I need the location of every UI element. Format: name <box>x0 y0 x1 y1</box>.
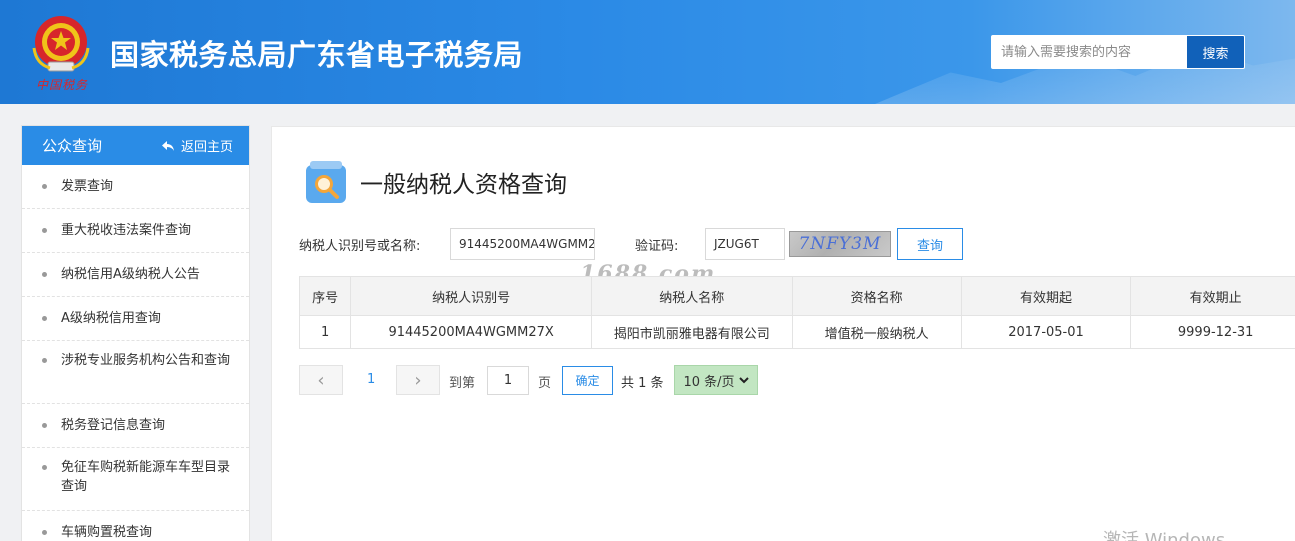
sidebar-item-label: 免征车购税新能源车车型目录查询 <box>61 460 231 494</box>
bullet-icon <box>42 465 47 470</box>
page-size-select[interactable]: 10 条/页 <box>674 365 758 395</box>
goto-page-input[interactable]: 1 <box>487 366 529 395</box>
sidebar-item-label: 重大税收违法案件查询 <box>61 223 192 238</box>
taxpayer-label: 纳税人识别号或名称: <box>299 239 421 254</box>
current-page-number[interactable]: 1 <box>367 372 375 387</box>
chevron-right-icon: › <box>414 369 422 391</box>
bullet-icon <box>42 530 47 535</box>
sidebar-item-label: 纳税信用A级纳税人公告 <box>61 267 200 282</box>
col-header-taxpayer-id: 纳税人识别号 <box>350 276 592 316</box>
search-input[interactable] <box>991 35 1187 69</box>
captcha-label: 验证码: <box>635 239 679 254</box>
tax-emblem-icon <box>32 16 90 72</box>
col-header-qualification: 资格名称 <box>791 276 962 316</box>
cell-valid-from: 2017-05-01 <box>960 315 1132 349</box>
goto-confirm-button[interactable]: 确定 <box>562 366 613 395</box>
bullet-icon <box>42 358 47 363</box>
query-button[interactable]: 查询 <box>897 228 963 260</box>
sidebar: 公众查询 返回主页 发票查询 重大税收违法案件查询 纳税信用A级纳税人公告 A级… <box>21 125 250 541</box>
page-title: 一般纳税人资格查询 <box>360 172 567 198</box>
site-header: 中国税务 国家税务总局广东省电子税务局 搜索 <box>0 0 1295 104</box>
captcha-image[interactable]: 7NFY3M <box>789 231 891 257</box>
prev-page-button[interactable]: ‹ <box>299 365 343 395</box>
bullet-icon <box>42 423 47 428</box>
sidebar-item-a-credit-query[interactable]: A级纳税信用查询 <box>22 297 249 341</box>
back-arrow-icon <box>161 140 174 151</box>
sidebar-item-label: 涉税专业服务机构公告和查询 <box>61 353 231 368</box>
search-button[interactable]: 搜索 <box>1186 35 1245 69</box>
cell-taxpayer-name: 揭阳市凯丽雅电器有限公司 <box>590 315 793 349</box>
captcha-input[interactable]: JZUG6T <box>705 228 785 260</box>
cell-index: 1 <box>298 315 352 349</box>
sidebar-title: 公众查询 <box>42 137 103 155</box>
bullet-icon <box>42 272 47 277</box>
sidebar-item-a-credit-notice[interactable]: 纳税信用A级纳税人公告 <box>22 253 249 297</box>
chevron-left-icon: ‹ <box>317 369 325 391</box>
sidebar-item-label: 发票查询 <box>61 179 114 194</box>
chevron-down-icon <box>738 377 749 384</box>
bullet-icon <box>42 184 47 189</box>
taxpayer-id-input[interactable]: 91445200MA4WGMM27X <box>450 228 595 260</box>
goto-label: 到第 <box>449 376 476 391</box>
sidebar-item-invoice-query[interactable]: 发票查询 <box>22 165 249 209</box>
sidebar-item-vehicle-tax[interactable]: 车辆购置税查询 <box>22 511 249 541</box>
bullet-icon <box>42 316 47 321</box>
search-document-icon <box>306 161 346 203</box>
bullet-icon <box>42 228 47 233</box>
col-header-valid-to: 有效期止 <box>1130 276 1295 316</box>
back-home-label: 返回主页 <box>180 140 233 155</box>
windows-activation-watermark: 激活 Windows <box>1103 530 1226 541</box>
emblem-signature: 中国税务 <box>36 78 89 92</box>
col-header-taxpayer-name: 纳税人名称 <box>590 276 793 316</box>
sidebar-item-label: A级纳税信用查询 <box>61 311 161 326</box>
main-panel: 一般纳税人资格查询 纳税人识别号或名称: 91445200MA4WGMM27X … <box>271 126 1295 541</box>
site-title: 国家税务总局广东省电子税务局 <box>110 38 524 72</box>
table-row: 1 91445200MA4WGMM27X 揭阳市凯丽雅电器有限公司 增值税一般纳… <box>298 315 1295 349</box>
sidebar-item-tax-violation[interactable]: 重大税收违法案件查询 <box>22 209 249 253</box>
next-page-button[interactable]: › <box>396 365 440 395</box>
result-table: 序号 纳税人识别号 纳税人名称 资格名称 有效期起 有效期止 1 9144520… <box>298 276 1295 349</box>
page-size-value: 10 条/页 <box>683 374 735 390</box>
cell-taxpayer-id: 91445200MA4WGMM27X <box>350 315 592 349</box>
total-count: 共 1 条 <box>621 376 664 391</box>
sidebar-item-service-agency[interactable]: 涉税专业服务机构公告和查询 <box>22 341 249 404</box>
back-home-link[interactable]: 返回主页 <box>161 136 233 155</box>
table-header-row: 序号 纳税人识别号 纳税人名称 资格名称 有效期起 有效期止 <box>298 276 1295 316</box>
sidebar-item-new-energy-vehicle[interactable]: 免征车购税新能源车车型目录查询 <box>22 448 249 511</box>
sidebar-item-label: 税务登记信息查询 <box>61 418 166 433</box>
page-unit-label: 页 <box>538 376 552 391</box>
col-header-valid-from: 有效期起 <box>960 276 1132 316</box>
col-header-index: 序号 <box>298 276 352 316</box>
sidebar-item-registration-query[interactable]: 税务登记信息查询 <box>22 404 249 448</box>
cell-valid-to: 9999-12-31 <box>1130 315 1295 349</box>
sidebar-item-label: 车辆购置税查询 <box>61 525 153 540</box>
cell-qualification: 增值税一般纳税人 <box>791 315 962 349</box>
sidebar-header: 公众查询 返回主页 <box>22 126 249 165</box>
